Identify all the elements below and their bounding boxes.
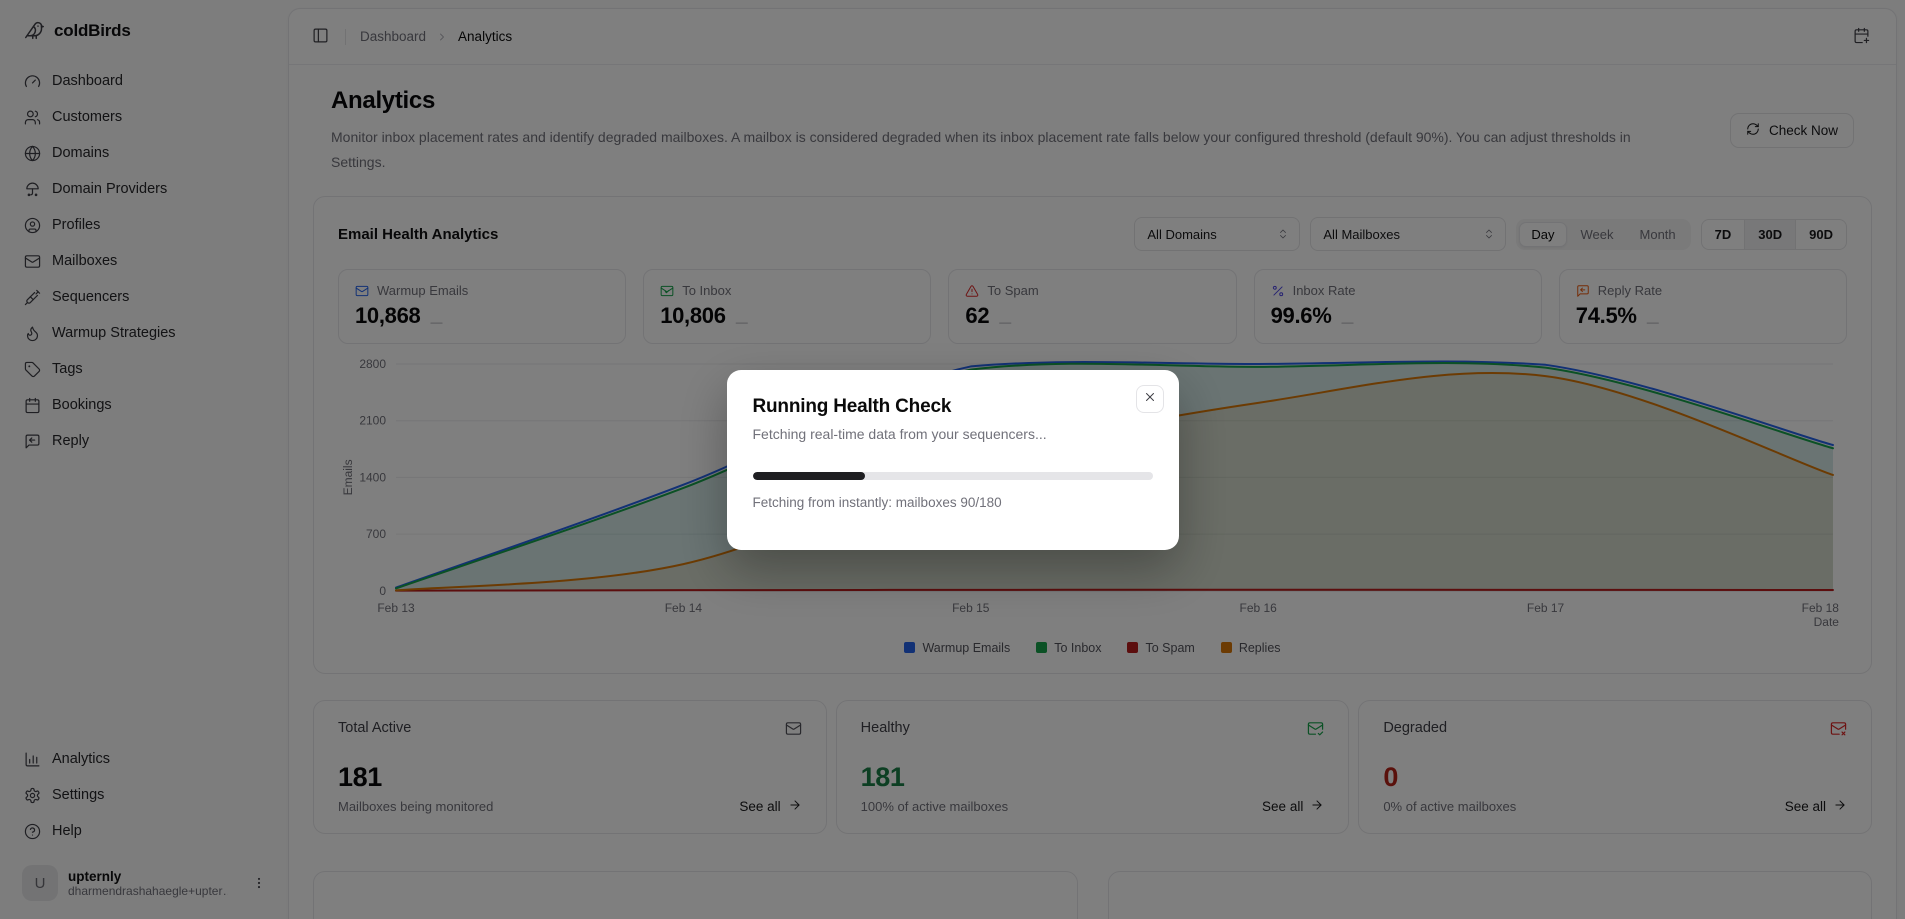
progress-bar: [753, 472, 1153, 480]
close-icon: [1143, 390, 1157, 407]
modal-overlay: Running Health Check Fetching real-time …: [0, 0, 1905, 919]
modal-subtitle: Fetching real-time data from your sequen…: [753, 426, 1153, 442]
modal-status: Fetching from instantly: mailboxes 90/18…: [753, 495, 1153, 510]
close-button[interactable]: [1136, 385, 1164, 413]
progress-fill: [753, 472, 865, 480]
modal-title: Running Health Check: [753, 396, 1153, 418]
health-check-modal: Running Health Check Fetching real-time …: [727, 370, 1179, 550]
